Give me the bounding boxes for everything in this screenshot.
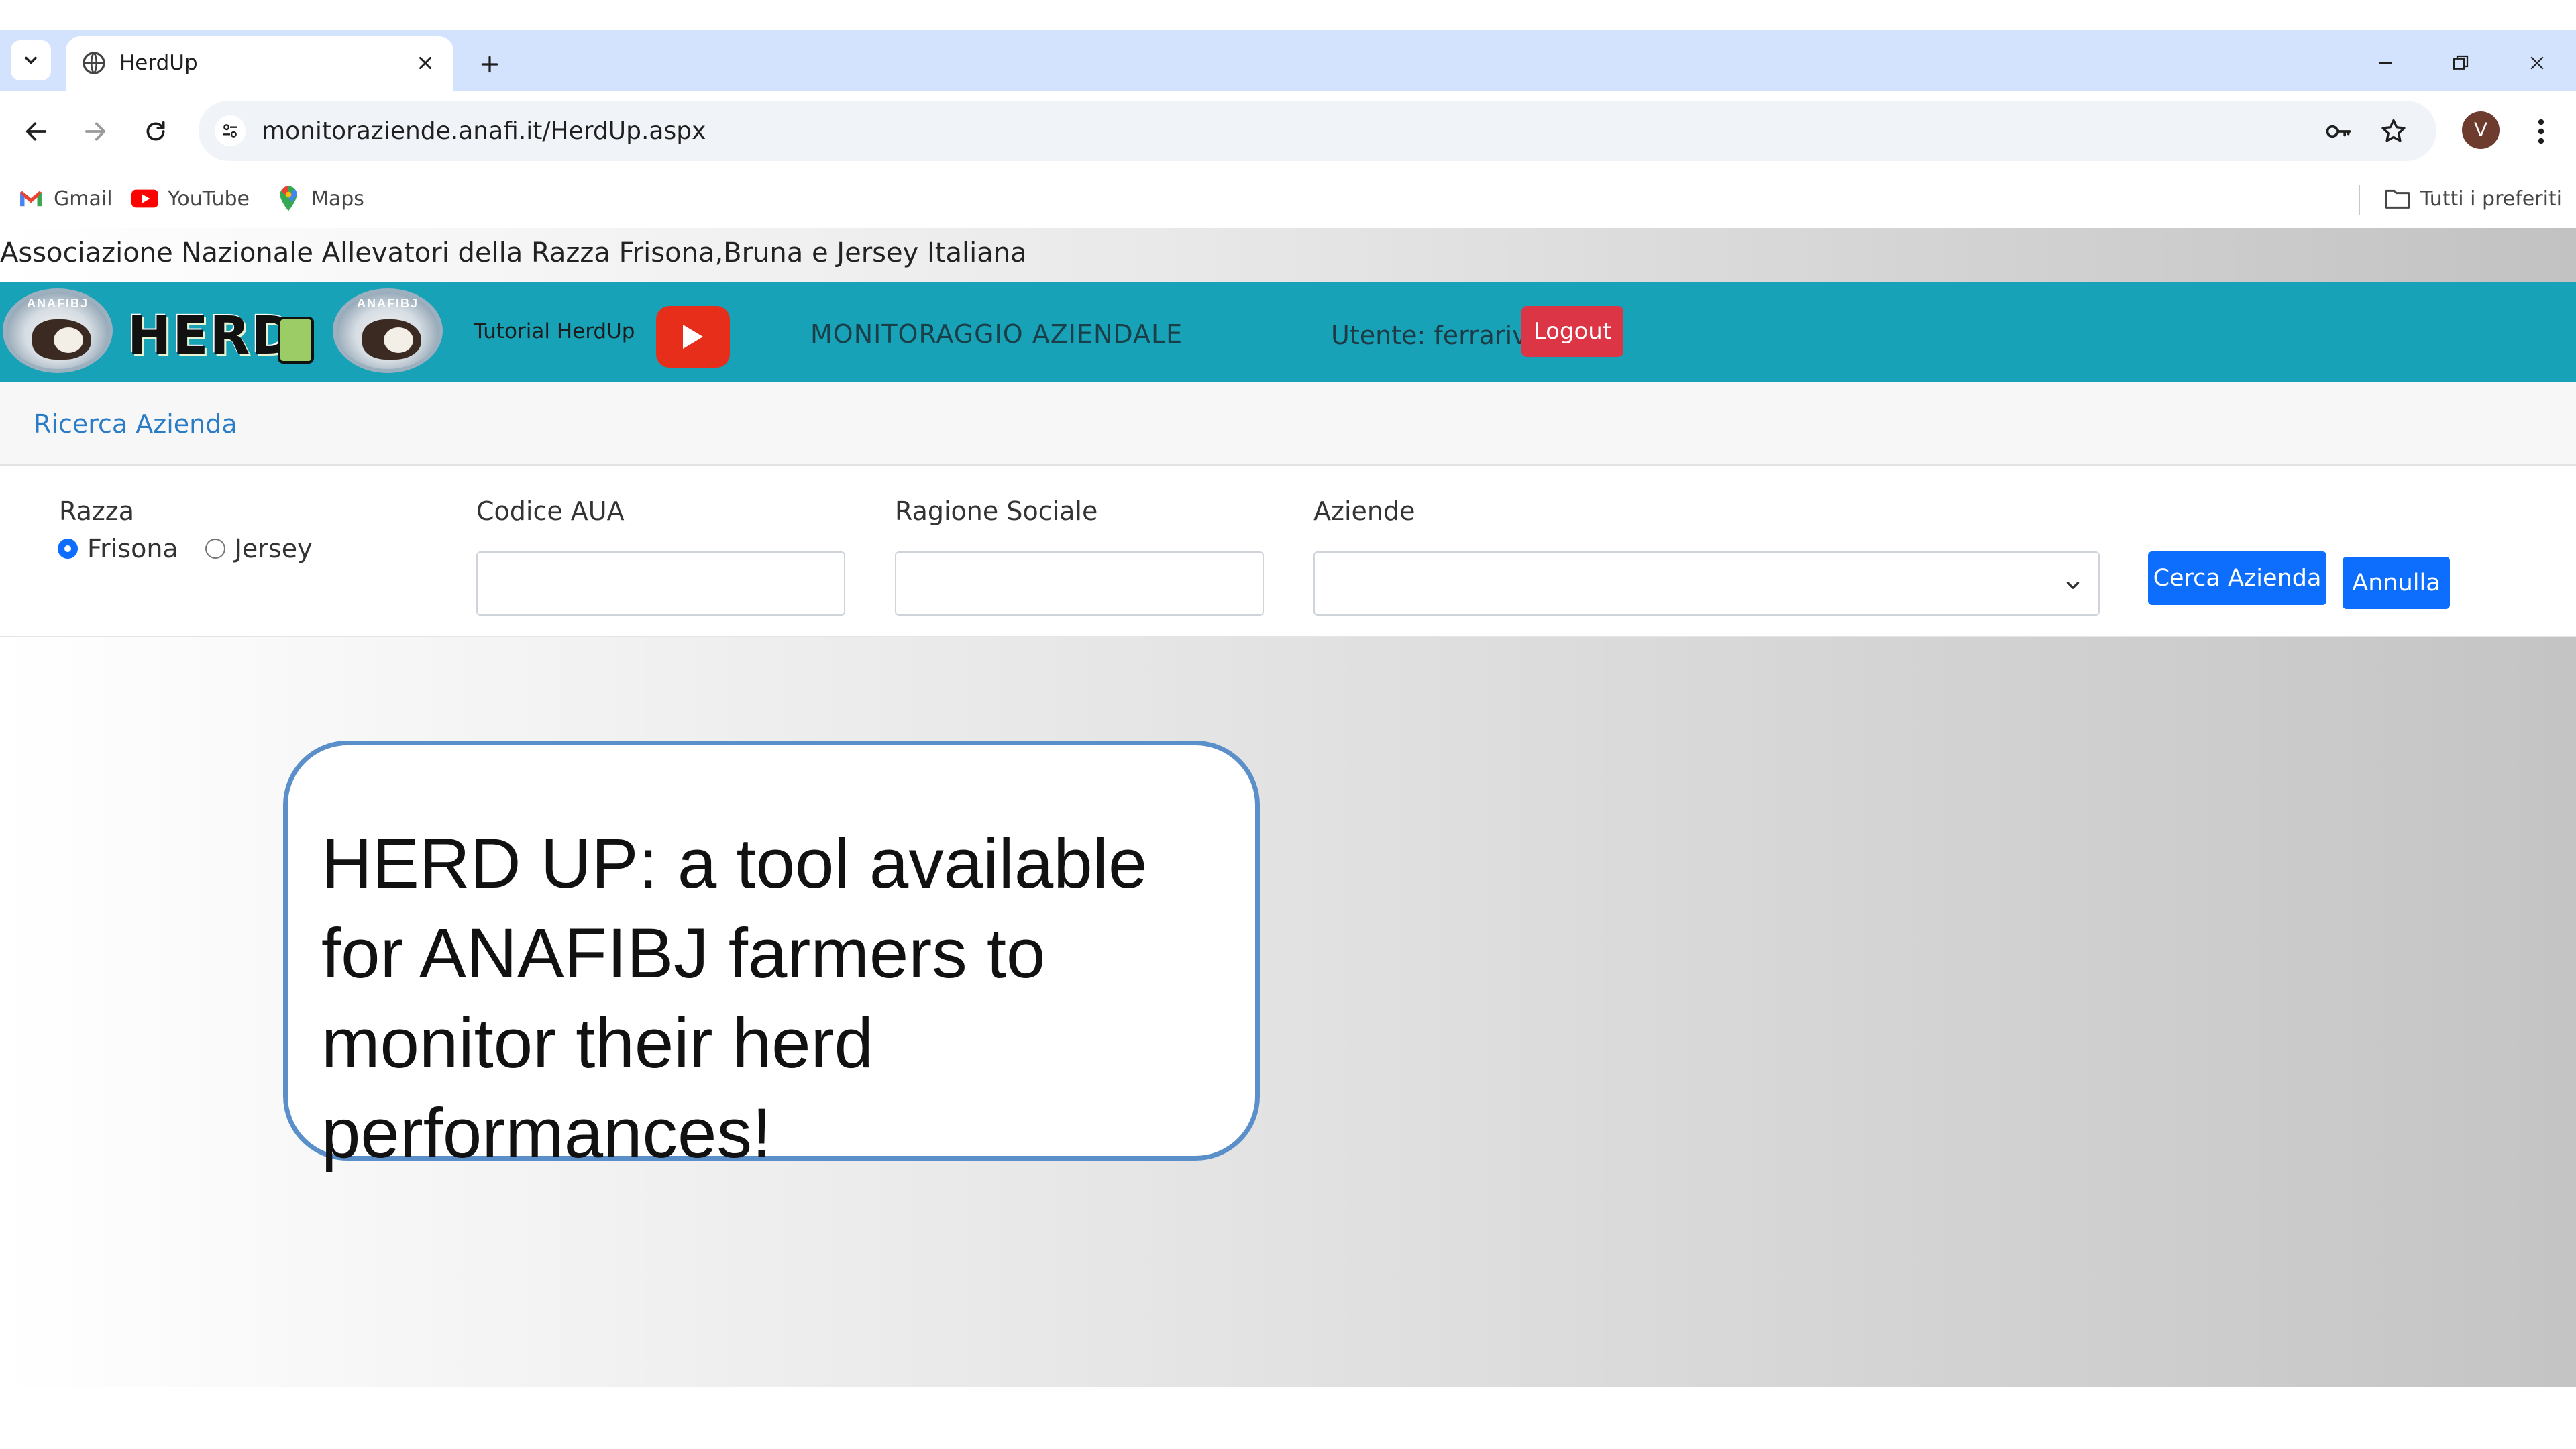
globe-icon <box>83 52 105 74</box>
gmail-icon <box>17 185 44 212</box>
forward-button[interactable] <box>74 110 117 153</box>
breed-option-jersey-label: Jersey <box>234 534 313 564</box>
play-icon <box>683 325 703 349</box>
bookmarks-separator <box>2359 185 2360 215</box>
tab-title: HerdUp <box>119 51 198 75</box>
breed-radio-group: Frisona Jersey <box>58 534 313 564</box>
association-name: Associazione Nazionale Allevatori della … <box>0 237 1027 268</box>
breed-option-frisona-label: Frisona <box>87 534 178 564</box>
bookmarks-bar: Gmail YouTube Maps Tutti i preferiti <box>0 172 2576 228</box>
url-text[interactable]: monitoraziende.anafi.it/HerdUp.aspx <box>262 117 706 145</box>
restore-icon <box>2453 55 2469 70</box>
info-callout: HERD UP: a tool available for ANAFIBJ fa… <box>283 741 1260 1173</box>
browser-tab[interactable]: HerdUp <box>66 36 453 91</box>
more-vertical-icon <box>2538 119 2544 144</box>
chevron-down-icon <box>2062 574 2084 596</box>
bookmark-youtube[interactable]: YouTube <box>131 181 250 216</box>
profile-avatar[interactable]: V <box>2462 111 2500 149</box>
breed-radio-frisona[interactable] <box>58 539 78 559</box>
breed-radio-jersey[interactable] <box>205 539 225 559</box>
password-key-icon[interactable] <box>2321 114 2356 149</box>
minimize-icon <box>2379 62 2392 64</box>
reload-icon <box>146 121 165 141</box>
all-bookmarks-folder[interactable]: Tutti i preferiti <box>2384 181 2562 216</box>
anafibj-logo-right: ANAFIBJ <box>333 288 443 373</box>
youtube-icon <box>131 185 158 212</box>
association-bar: Associazione Nazionale Allevatori della … <box>0 228 2576 282</box>
companies-label: Aziende <box>1313 496 1415 526</box>
search-company-link[interactable]: Ricerca Azienda <box>34 409 237 439</box>
site-settings-icon[interactable] <box>215 115 246 146</box>
search-form: Razza Frisona Jersey Codice AUA Ragione … <box>0 466 2576 637</box>
arrow-left-icon <box>25 122 47 141</box>
callout-text: HERD UP: a tool available for ANAFIBJ fa… <box>321 824 1148 1173</box>
arrow-right-icon <box>85 122 106 141</box>
aua-code-input[interactable] <box>476 551 845 616</box>
reload-button[interactable] <box>134 110 177 153</box>
logout-button[interactable]: Logout <box>1521 306 1623 357</box>
browser-toolbar: monitoraziende.anafi.it/HerdUp.aspx V <box>0 91 2576 172</box>
tab-search-button[interactable] <box>11 40 51 80</box>
companies-select[interactable] <box>1313 551 2100 616</box>
chevron-down-icon <box>25 56 37 64</box>
close-icon <box>419 57 431 69</box>
bookmark-star-icon[interactable] <box>2376 114 2411 149</box>
address-bar[interactable]: monitoraziende.anafi.it/HerdUp.aspx <box>199 101 2436 161</box>
new-tab-button[interactable] <box>470 44 510 85</box>
tutorial-video-button[interactable] <box>656 306 730 368</box>
search-company-button[interactable]: Cerca Azienda <box>2148 551 2326 605</box>
breed-label: Razza <box>59 496 135 526</box>
cancel-button[interactable]: Annulla <box>2343 557 2450 609</box>
anafibj-logo-left: ANAFIBJ <box>3 288 113 373</box>
aua-code-label: Codice AUA <box>476 496 625 526</box>
page-bottom-margin <box>0 1387 2576 1449</box>
browser-menu-button[interactable] <box>2522 110 2560 153</box>
plus-icon <box>481 56 498 73</box>
monitor-title: MONITORAGGIO AZIENDALE <box>810 319 1183 349</box>
back-button[interactable] <box>15 110 58 153</box>
folder-icon <box>2384 185 2411 212</box>
bookmark-maps[interactable]: Maps <box>275 181 364 216</box>
herdup-logo: HERD <box>125 299 319 366</box>
company-name-label: Ragione Sociale <box>895 496 1098 526</box>
tab-close-button[interactable] <box>411 48 440 78</box>
restore-button[interactable] <box>2434 43 2487 83</box>
tutorial-label: Tutorial HerdUp <box>474 319 635 343</box>
company-name-input[interactable] <box>895 551 1264 616</box>
minimize-button[interactable] <box>2359 43 2412 83</box>
maps-icon <box>275 185 302 212</box>
close-window-button[interactable] <box>2510 43 2564 83</box>
bookmark-gmail[interactable]: Gmail <box>17 181 113 216</box>
close-icon <box>2530 56 2544 70</box>
current-user: Utente: ferrariv <box>1331 321 1527 350</box>
app-header: ANAFIBJ HERD ANAFIBJ Tutorial HerdUp MON… <box>0 282 2576 382</box>
browser-tab-bar: HerdUp <box>0 30 2576 91</box>
sub-navigation: Ricerca Azienda <box>0 382 2576 466</box>
